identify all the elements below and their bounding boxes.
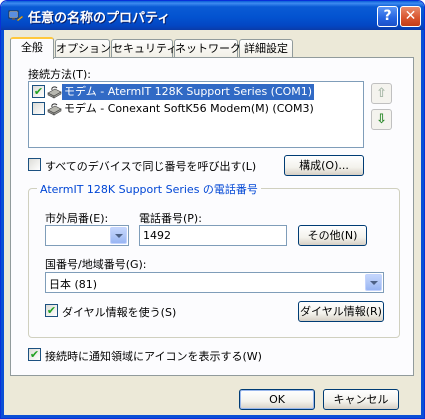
device-list-item[interactable]: ✔ モデム - AtermIT 128K Support Series (COM… bbox=[31, 84, 361, 100]
modem-icon bbox=[47, 103, 62, 116]
same-number-checkbox-row[interactable]: すべてのデバイスで同じ番号を呼び出す(L) bbox=[28, 158, 268, 173]
chevron-down-icon[interactable] bbox=[110, 227, 127, 244]
network-connection-icon bbox=[8, 10, 24, 22]
tab-general[interactable]: 全般 bbox=[10, 37, 54, 59]
phone-number-label: 電話番号(P): bbox=[139, 212, 202, 225]
show-icon-checkbox-row[interactable]: ✔ 接続時に通知領域にアイコンを表示する(W) bbox=[28, 348, 268, 363]
modem-icon bbox=[47, 86, 62, 99]
close-button[interactable]: ✕ bbox=[400, 6, 421, 27]
properties-window: 任意の名称のプロパティ ? ✕ 全般 オプション セキュリティ ネットワーク 詳… bbox=[0, 0, 425, 419]
country-code-value: 日本 (81) bbox=[49, 278, 98, 291]
tab-options[interactable]: オプション bbox=[55, 39, 111, 58]
window-title: 任意の名称のプロパティ bbox=[28, 11, 171, 26]
country-code-label: 国番号/地域番号(G): bbox=[45, 258, 147, 271]
window-frame-left bbox=[1, 30, 4, 418]
dialing-rules-checkbox-row[interactable]: ✔ ダイヤル情報を使う(S) bbox=[45, 304, 185, 319]
title-bar[interactable]: 任意の名称のプロパティ ? ✕ bbox=[1, 1, 424, 30]
device-list[interactable]: ✔ モデム - AtermIT 128K Support Series (COM… bbox=[28, 81, 364, 148]
area-code-label: 市外局番(E): bbox=[45, 212, 109, 225]
show-icon-label: 接続時に通知領域にアイコンを表示する(W) bbox=[45, 350, 262, 363]
tab-network[interactable]: ネットワーク bbox=[174, 39, 241, 58]
chevron-down-icon[interactable] bbox=[365, 274, 382, 291]
device-label: モデム - AtermIT 128K Support Series (COM1) bbox=[62, 84, 315, 100]
phone-number-value: 1492 bbox=[143, 229, 171, 242]
device-checkbox[interactable]: ✔ bbox=[32, 85, 45, 98]
cancel-button[interactable]: キャンセル bbox=[323, 389, 399, 410]
tab-advanced[interactable]: 詳細設定 bbox=[239, 39, 293, 58]
help-button[interactable]: ? bbox=[377, 6, 398, 27]
show-icon-checkbox[interactable]: ✔ bbox=[28, 348, 41, 361]
device-list-item[interactable]: モデム - Conexant SoftK56 Modem(M) (COM3) bbox=[31, 101, 361, 117]
tab-security[interactable]: セキュリティ bbox=[111, 39, 177, 58]
device-checkbox[interactable] bbox=[32, 102, 45, 115]
window-frame-bottom bbox=[1, 415, 424, 418]
same-number-label: すべてのデバイスで同じ番号を呼び出す(L) bbox=[45, 160, 257, 173]
area-code-combo[interactable] bbox=[45, 225, 129, 246]
country-code-combo[interactable]: 日本 (81) bbox=[45, 272, 384, 293]
same-number-checkbox[interactable] bbox=[28, 158, 41, 171]
ok-button[interactable]: OK bbox=[239, 389, 315, 410]
move-down-button[interactable]: ⇩ bbox=[371, 109, 392, 130]
phone-group-title: AtermIT 128K Support Series の電話番号 bbox=[37, 181, 261, 197]
alternates-button[interactable]: その他(N) bbox=[298, 225, 367, 246]
connect-using-label: 接続方法(T): bbox=[28, 68, 92, 81]
move-up-button[interactable]: ⇧ bbox=[371, 83, 392, 104]
dialing-rules-button[interactable]: ダイヤル情報(R) bbox=[298, 301, 384, 322]
dialing-rules-checkbox[interactable]: ✔ bbox=[45, 304, 58, 317]
configure-button[interactable]: 構成(O)... bbox=[284, 155, 364, 176]
device-label: モデム - Conexant SoftK56 Modem(M) (COM3) bbox=[64, 102, 314, 115]
dialing-rules-label: ダイヤル情報を使う(S) bbox=[62, 306, 177, 319]
window-frame-right bbox=[421, 30, 424, 418]
phone-number-field[interactable]: 1492 bbox=[139, 225, 287, 246]
